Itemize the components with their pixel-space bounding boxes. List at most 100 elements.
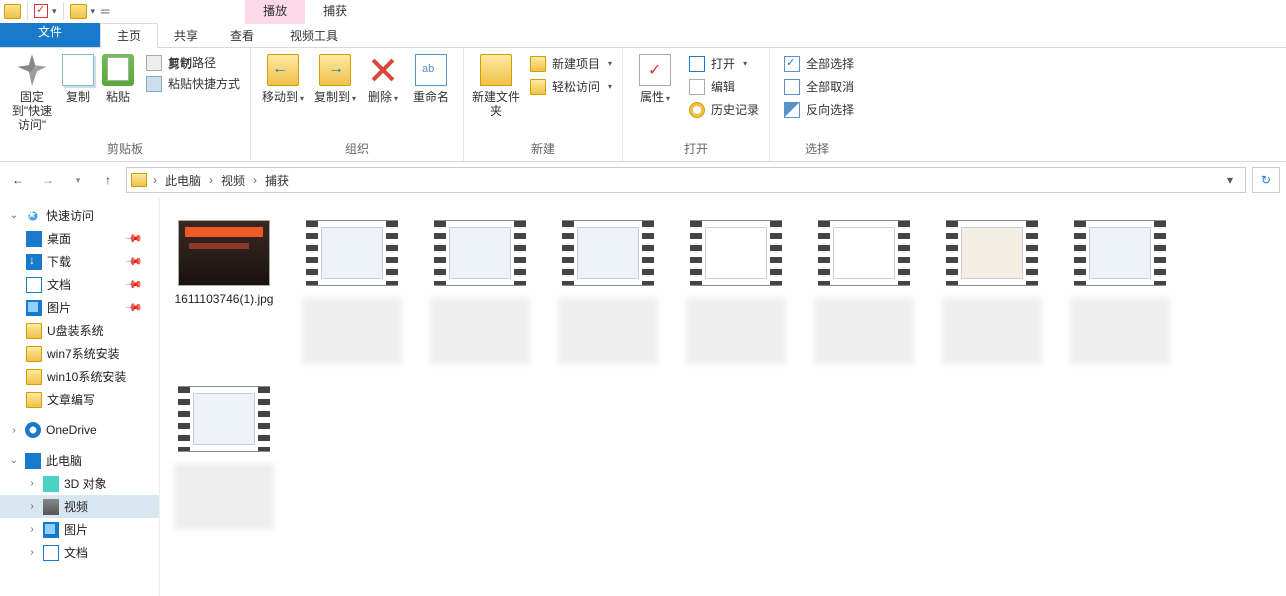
file-item[interactable] [814,220,914,364]
copy-to-button[interactable]: 复制到▾ [309,50,361,106]
edit-button[interactable]: 编辑 [685,77,763,96]
breadcrumb[interactable]: 视频 [219,172,247,189]
tree-folder-win7[interactable]: win7系统安装 [0,342,159,365]
tab-video-tools[interactable]: 视频工具 [274,23,354,47]
folder-icon[interactable] [4,4,21,19]
history-icon [689,102,705,118]
group-label: 选择 [776,138,858,159]
overflow-icon[interactable]: ＝ [99,3,111,20]
paste-shortcut-button[interactable]: 粘贴快捷方式 [142,74,244,93]
new-folder-button[interactable]: 新建文件夹 [470,50,522,118]
tree-3d-objects[interactable]: › 3D 对象 [0,472,159,495]
chevron-down-icon: ▾ [743,59,747,68]
address-bar[interactable]: › 此电脑 › 视频 › 捕获 ▾ [126,167,1246,193]
properties-icon[interactable] [34,4,48,18]
tree-pictures-pc[interactable]: › 图片 [0,518,159,541]
tree-videos[interactable]: › 视频 [0,495,159,518]
context-header-play: 播放 [245,0,305,24]
ribbon-group-new: 新建文件夹 新建项目 ▾ 轻松访问 ▾ 新建 [464,48,623,161]
expand-icon[interactable]: › [8,425,20,436]
tree-desktop[interactable]: 桌面 📌 [0,227,159,250]
tab-share[interactable]: 共享 [158,23,214,47]
chevron-right-icon[interactable]: › [151,173,159,187]
tree-folder-usb[interactable]: U盘装系统 [0,319,159,342]
properties-button[interactable]: 属性▾ [629,50,681,106]
file-item[interactable] [558,220,658,364]
rename-button[interactable]: 重命名 [405,50,457,104]
address-dropdown-button[interactable]: ▾ [1219,168,1241,192]
quick-access-toolbar: ▾ ▾ ＝ [0,2,115,20]
ribbon-group-clipboard: 固定到"快速访问" 复制 粘贴 ✂ 剪切 复制路径 [0,48,251,161]
file-item[interactable] [1070,220,1170,364]
expand-icon[interactable]: ⌄ [8,210,20,221]
expand-icon[interactable]: › [26,501,38,512]
button-label: 复制 [66,90,90,104]
file-item[interactable] [430,220,530,364]
tree-downloads[interactable]: 下载 📌 [0,250,159,273]
folder-icon [26,323,42,339]
delete-button[interactable]: 删除▾ [361,50,405,106]
thumbnail [1074,220,1166,286]
tree-quick-access[interactable]: ⌄ 快速访问 [0,204,159,227]
file-list[interactable]: 1611103746(1).jpg [160,198,1286,596]
open-button[interactable]: 打开 ▾ [685,54,763,73]
button-label: 复制到 [314,90,350,104]
refresh-button[interactable]: ↻ [1252,167,1280,193]
breadcrumb[interactable]: 捕获 [263,172,291,189]
select-none-button[interactable]: 全部取消 [780,77,858,96]
button-label: 粘贴快捷方式 [168,75,240,92]
blurred-label [430,298,530,364]
paste-button[interactable]: 粘贴 [98,50,138,104]
move-to-button[interactable]: 移动到▾ [257,50,309,106]
tree-onedrive[interactable]: › OneDrive [0,419,159,441]
chevron-down-icon[interactable]: ▾ [91,6,96,17]
expand-icon[interactable]: › [26,478,38,489]
tab-view[interactable]: 查看 [214,23,270,47]
tree-documents-pc[interactable]: › 文档 [0,541,159,564]
tree-folder-article[interactable]: 文章编写 [0,388,159,411]
select-all-button[interactable]: 全部选择 [780,54,858,73]
chevron-right-icon[interactable]: › [207,173,215,187]
expand-icon[interactable]: › [26,547,38,558]
breadcrumb[interactable]: 此电脑 [163,172,203,189]
button-label: 删除 [368,90,392,104]
tree-label: 快速访问 [46,207,94,224]
expand-icon[interactable]: ⌄ [8,455,20,466]
file-item[interactable] [686,220,786,364]
tab-file[interactable]: 文件 [0,23,100,47]
recent-locations-button[interactable]: ▾ [66,168,90,192]
ribbon: 固定到"快速访问" 复制 粘贴 ✂ 剪切 复制路径 [0,48,1286,162]
group-label: 打开 [629,138,763,159]
chevron-right-icon[interactable]: › [251,173,259,187]
chevron-down-icon[interactable]: ▾ [52,6,57,17]
tab-home[interactable]: 主页 [100,23,158,48]
pin-icon: 📌 [125,229,144,248]
back-button[interactable]: ← [6,168,30,192]
tree-documents[interactable]: 文档 📌 [0,273,159,296]
pin-to-quick-access-button[interactable]: 固定到"快速访问" [6,50,58,132]
cube-icon [43,476,59,492]
copy-button[interactable]: 复制 [58,50,98,104]
tree-this-pc[interactable]: ⌄ 此电脑 [0,449,159,472]
invert-selection-button[interactable]: 反向选择 [780,100,858,119]
up-button[interactable]: ↑ [96,168,120,192]
tree-folder-win10[interactable]: win10系统安装 [0,365,159,388]
tree-label: 桌面 [47,230,71,247]
copy-path-button[interactable]: 复制路径 [142,53,244,72]
check-icon [784,56,800,72]
new-item-button[interactable]: 新建项目 ▾ [526,54,616,73]
file-item[interactable] [174,386,274,530]
history-button[interactable]: 历史记录 [685,100,763,119]
file-item[interactable] [942,220,1042,364]
document-icon [26,277,42,293]
file-item[interactable] [302,220,402,364]
file-item[interactable]: 1611103746(1).jpg [174,220,274,307]
forward-button[interactable]: → [36,168,60,192]
expand-icon[interactable]: › [26,524,38,535]
easy-access-button[interactable]: 轻松访问 ▾ [526,77,616,96]
folder-icon[interactable] [70,4,87,19]
navigation-pane[interactable]: ⌄ 快速访问 桌面 📌 下载 📌 文档 📌 图片 📌 U盘装系统 [0,198,160,596]
divider [63,2,64,20]
tree-pictures[interactable]: 图片 📌 [0,296,159,319]
button-label: 打开 [711,55,735,72]
